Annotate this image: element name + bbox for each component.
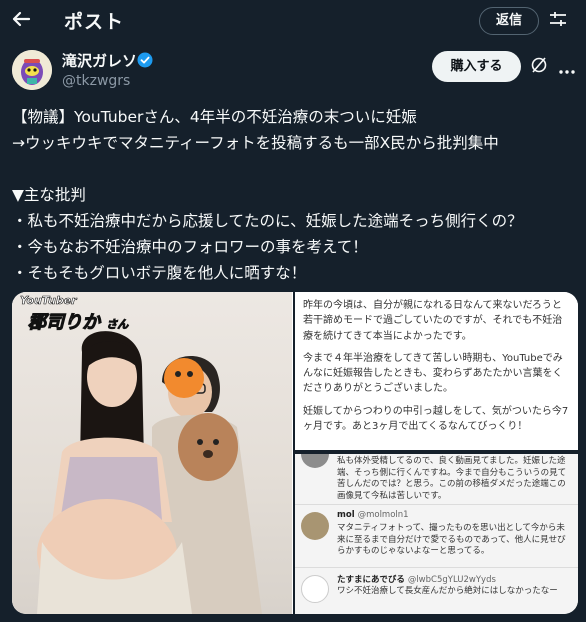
screenshot-post-text: 昨年の今頃は、自分が親になれる日なんて来ないだろうと若干諦めモードで過ごしていた… — [295, 292, 578, 452]
tweet-line: →ウッキウキでマタニティーフォトを投稿するも一部X民から批判集中 — [12, 134, 499, 152]
maternity-photo[interactable]: YouTuber 郡司りか さん — [12, 292, 292, 614]
photo-name-suffix: さん — [106, 318, 129, 332]
author-name[interactable]: 滝沢ガレソ — [62, 50, 137, 71]
comment-text: ワシ不妊治療して長女産んだから絶対にはしなかったなー — [337, 586, 558, 596]
comment-divider — [295, 567, 578, 568]
page-title: ポスト — [64, 11, 125, 33]
post-paragraph: 妊娠してからつわりの中引っ越しをして、気がついたら今7ヶ月です。あと3ヶ月で出て… — [303, 405, 569, 433]
comment-text: 私も体外受精してるので、良く動画見てました。妊娠した途端、そっち側に行くんですね… — [337, 456, 567, 501]
settings-sliders-icon[interactable] — [548, 9, 568, 29]
tweet-text: 【物議】YouTuberさん、4年半の不妊治療の末ついに妊娠 →ウッキウキでマタ… — [12, 104, 578, 286]
post-paragraph: 今まで４年半治療をしてきて苦しい時期も、YouTubeでみんなに妊娠報告したとき… — [303, 352, 563, 395]
photo-name: 郡司りか — [28, 312, 101, 334]
reply-button[interactable]: 返信 — [479, 7, 539, 35]
author-handle[interactable]: @tkzwgrs — [62, 73, 130, 89]
comment-avatar — [301, 454, 329, 468]
verified-badge-icon — [137, 52, 153, 68]
author-avatar[interactable] — [12, 50, 52, 90]
tweet-line: ・そもそもグロいボテ腹を他人に晒すな！ — [12, 264, 307, 282]
screenshot-comments: 私も体外受精してるので、良く動画見てました。妊娠した途端、そっち側に行くんですね… — [295, 454, 578, 614]
tweet-line: 【物議】YouTuberさん、4年半の不妊治療の末ついに妊娠 — [12, 108, 417, 126]
back-arrow-icon[interactable] — [10, 8, 32, 30]
comment-username: たすまにあでびる — [337, 575, 405, 585]
grok-icon[interactable] — [530, 56, 548, 74]
comment-divider — [295, 504, 578, 505]
comment-user: たすまにあでびる @lwbC5gYLU2wYyds — [337, 573, 496, 585]
buy-button[interactable]: 購入する — [432, 51, 521, 82]
tweet-line: ▼主な批判 — [12, 186, 86, 204]
comment-avatar — [301, 575, 329, 603]
top-bar: ポスト 返信 — [0, 0, 586, 42]
comment-avatar — [301, 512, 329, 540]
comment-user: mol @molmoln1 — [337, 510, 409, 520]
photo-name-label: 郡司りか さん — [28, 308, 129, 334]
comment-handle: @molmoln1 — [357, 510, 409, 520]
comment-text: マタニティフォトって、撮ったものを思い出として今から未来に至るまで自分だけで愛で… — [337, 523, 566, 556]
comment-username: mol — [337, 510, 355, 520]
comment-handle: @lwbC5gYLU2wYyds — [407, 575, 496, 585]
photo-youtuber-label: YouTuber — [20, 294, 77, 308]
tweet-line: ・私も不妊治療中だから応援してたのに、妊娠した途端そっち側行くの？ — [12, 212, 523, 230]
more-options-icon[interactable] — [559, 60, 575, 74]
tweet-media[interactable]: YouTuber 郡司りか さん 昨年の今頃は、自分が親になれる日なんて来ないだ… — [12, 292, 578, 614]
tweet-line: ・今もなお不妊治療中のフォロワーの事を考えて！ — [12, 238, 368, 256]
post-paragraph: 昨年の今頃は、自分が親になれる日なんて来ないだろうと若干諦めモードで過ごしていた… — [303, 300, 563, 342]
